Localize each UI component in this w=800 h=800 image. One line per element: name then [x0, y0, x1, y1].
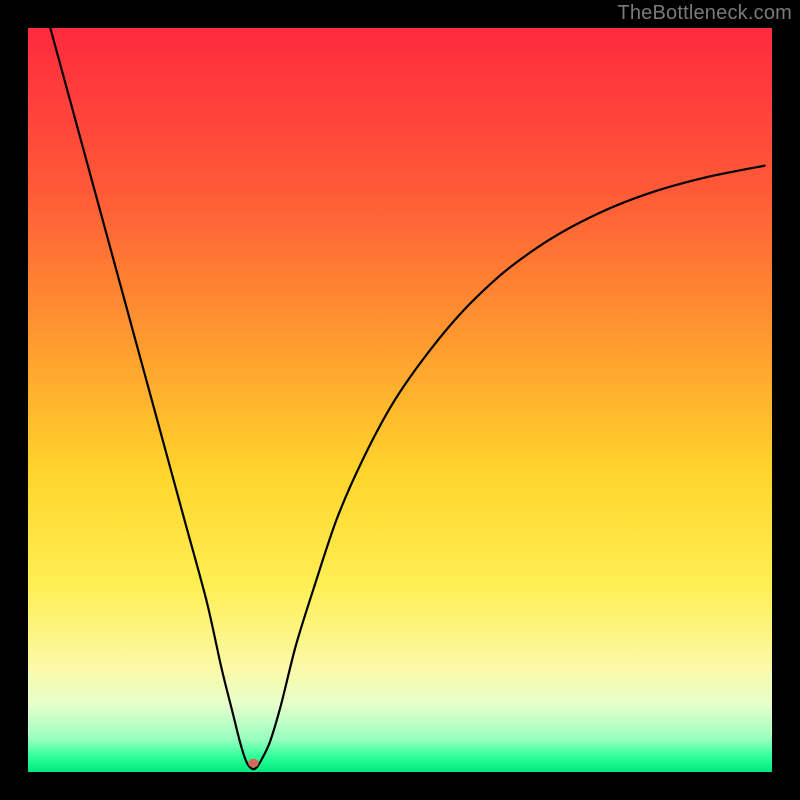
plot-svg: [28, 28, 772, 772]
chart-frame: TheBottleneck.com: [0, 0, 800, 800]
gradient-background: [28, 28, 772, 772]
minimum-marker: [248, 759, 258, 768]
watermark-text: TheBottleneck.com: [617, 2, 792, 25]
plot-area: [28, 28, 772, 772]
